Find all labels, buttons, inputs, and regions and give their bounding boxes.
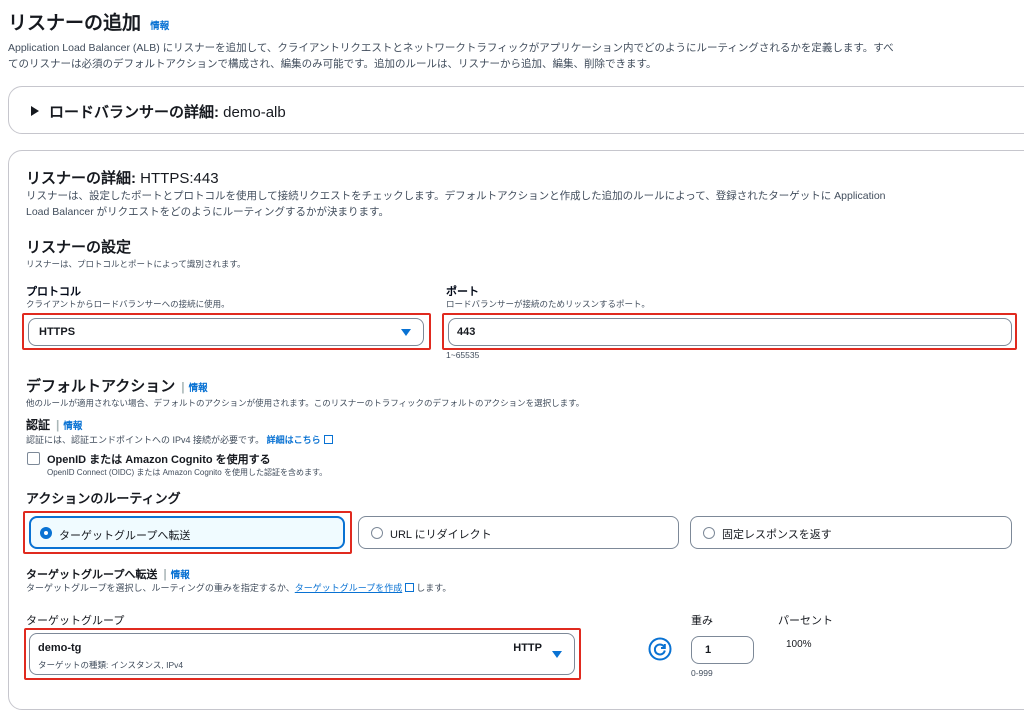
lb-details-title: ロードバランサーの詳細: [49, 104, 224, 121]
triangle-right-icon[interactable] [31, 106, 39, 116]
default-action-desc: 他のルールが適用されない場合、デフォルトのアクションが使用されます。このリスナー… [26, 398, 585, 408]
listener-settings-desc: リスナーは、プロトコルとポートによって識別されます。 [26, 259, 246, 269]
auth-learn-more-link[interactable]: 詳細はこちら [267, 435, 333, 445]
weight-hint: 0-999 [691, 668, 713, 678]
forward-title-text: ターゲットグループへ転送 [26, 569, 158, 581]
forward-desc-post: します。 [416, 583, 452, 593]
port-desc: ロードバランサーが接続のためリッスンするポート。 [446, 299, 650, 309]
page-title-text: リスナーの追加 [8, 13, 142, 34]
weight-label: 重み [691, 615, 713, 627]
auth-desc-text: 認証には、認証エンドポイントへの IPv4 接続が必要です。 [26, 435, 265, 445]
forward-info-link[interactable]: 情報 [171, 570, 190, 581]
refresh-icon[interactable] [648, 637, 672, 661]
target-group-highlight [24, 628, 581, 680]
auth-title-text: 認証 [26, 418, 51, 432]
auth-learn-more-label: 詳細はこちら [266, 435, 321, 445]
forward-desc-pre: ターゲットグループを選択し、ルーティングの重みを指定するか、 [26, 583, 295, 593]
divider: | [56, 418, 60, 432]
auth-info-link[interactable]: 情報 [63, 421, 82, 432]
listener-title-prefix: リスナーの詳細: [26, 170, 141, 187]
page-description: Application Load Balancer (ALB) にリスナーを追加… [8, 40, 1018, 72]
create-target-group-label: ターゲットグループを作成 [294, 583, 403, 593]
oidc-checkbox[interactable] [27, 452, 40, 465]
listener-title: リスナーの詳細: HTTPS:443 [26, 167, 219, 188]
default-action-title: デフォルトアクション | 情報 [26, 375, 208, 396]
target-group-label: ターゲットグループ [26, 615, 125, 627]
routing-title: アクションのルーティング [26, 491, 181, 506]
page-description-line1: Application Load Balancer (ALB) にリスナーを追加… [8, 42, 894, 54]
port-hint: 1~65535 [446, 350, 480, 360]
page-info-link[interactable]: 情報 [150, 21, 169, 32]
lb-details-header[interactable]: ロードバランサーの詳細: demo-alb [31, 101, 286, 122]
listener-card [8, 150, 1024, 710]
routing-option-redirect[interactable]: URL にリダイレクト [358, 516, 679, 549]
port-highlight [442, 313, 1017, 350]
oidc-desc: OpenID Connect (OIDC) または Amazon Cognito… [47, 468, 328, 477]
forward-desc: ターゲットグループを選択し、ルーティングの重みを指定するか、ターゲットグループを… [26, 581, 451, 594]
divider: | [163, 567, 167, 581]
weight-input[interactable]: 1 [691, 636, 754, 664]
external-link-icon [405, 583, 415, 592]
listener-settings-title: リスナーの設定 [26, 239, 132, 256]
radio-unselected-icon [371, 527, 383, 539]
divider: | [181, 380, 185, 394]
listener-description: リスナーは、設定したポートとプロトコルを使用して接続リクエストをチェックします。… [26, 188, 1016, 220]
default-action-info-link[interactable]: 情報 [189, 383, 208, 394]
auth-title: 認証 | 情報 [26, 416, 82, 433]
protocol-highlight [22, 313, 431, 350]
create-target-group-link[interactable]: ターゲットグループを作成 [295, 583, 402, 593]
protocol-desc: クライアントからロードバランサーへの接続に使用。 [26, 299, 230, 309]
lb-details-card[interactable]: ロードバランサーの詳細: demo-alb [8, 86, 1024, 134]
protocol-label: プロトコル [26, 286, 81, 298]
auth-desc: 認証には、認証エンドポイントへの IPv4 接続が必要です。 詳細はこちら [26, 433, 333, 446]
port-label: ポート [446, 286, 479, 298]
routing-option-fixed[interactable]: 固定レスポンスを返す [690, 516, 1012, 549]
page-title: リスナーの追加 情報 [8, 8, 169, 35]
external-link-icon [323, 435, 333, 444]
routing-option-fixed-label: 固定レスポンスを返す [722, 529, 832, 541]
lb-details-name: demo-alb [223, 104, 286, 121]
page-description-line2: てのリスナーは必須のデフォルトアクションで構成され、編集のみ可能です。追加のルー… [8, 58, 657, 70]
listener-title-value: HTTPS:443 [140, 170, 219, 187]
percent-value: 100% [786, 639, 812, 650]
forward-highlight [23, 511, 352, 554]
oidc-label[interactable]: OpenID または Amazon Cognito を使用する [47, 451, 271, 467]
listener-description-line2: Load Balancer がリクエストをどのようにルーティングするかが決まりま… [26, 206, 389, 218]
listener-description-line1: リスナーは、設定したポートとプロトコルを使用して接続リクエストをチェックします。… [26, 190, 886, 202]
routing-option-redirect-label: URL にリダイレクト [390, 529, 492, 541]
default-action-title-text: デフォルトアクション [26, 378, 176, 395]
weight-input-value: 1 [705, 644, 712, 656]
radio-unselected-icon [703, 527, 715, 539]
percent-label: パーセント [778, 615, 833, 627]
forward-title: ターゲットグループへ転送 | 情報 [26, 566, 190, 582]
